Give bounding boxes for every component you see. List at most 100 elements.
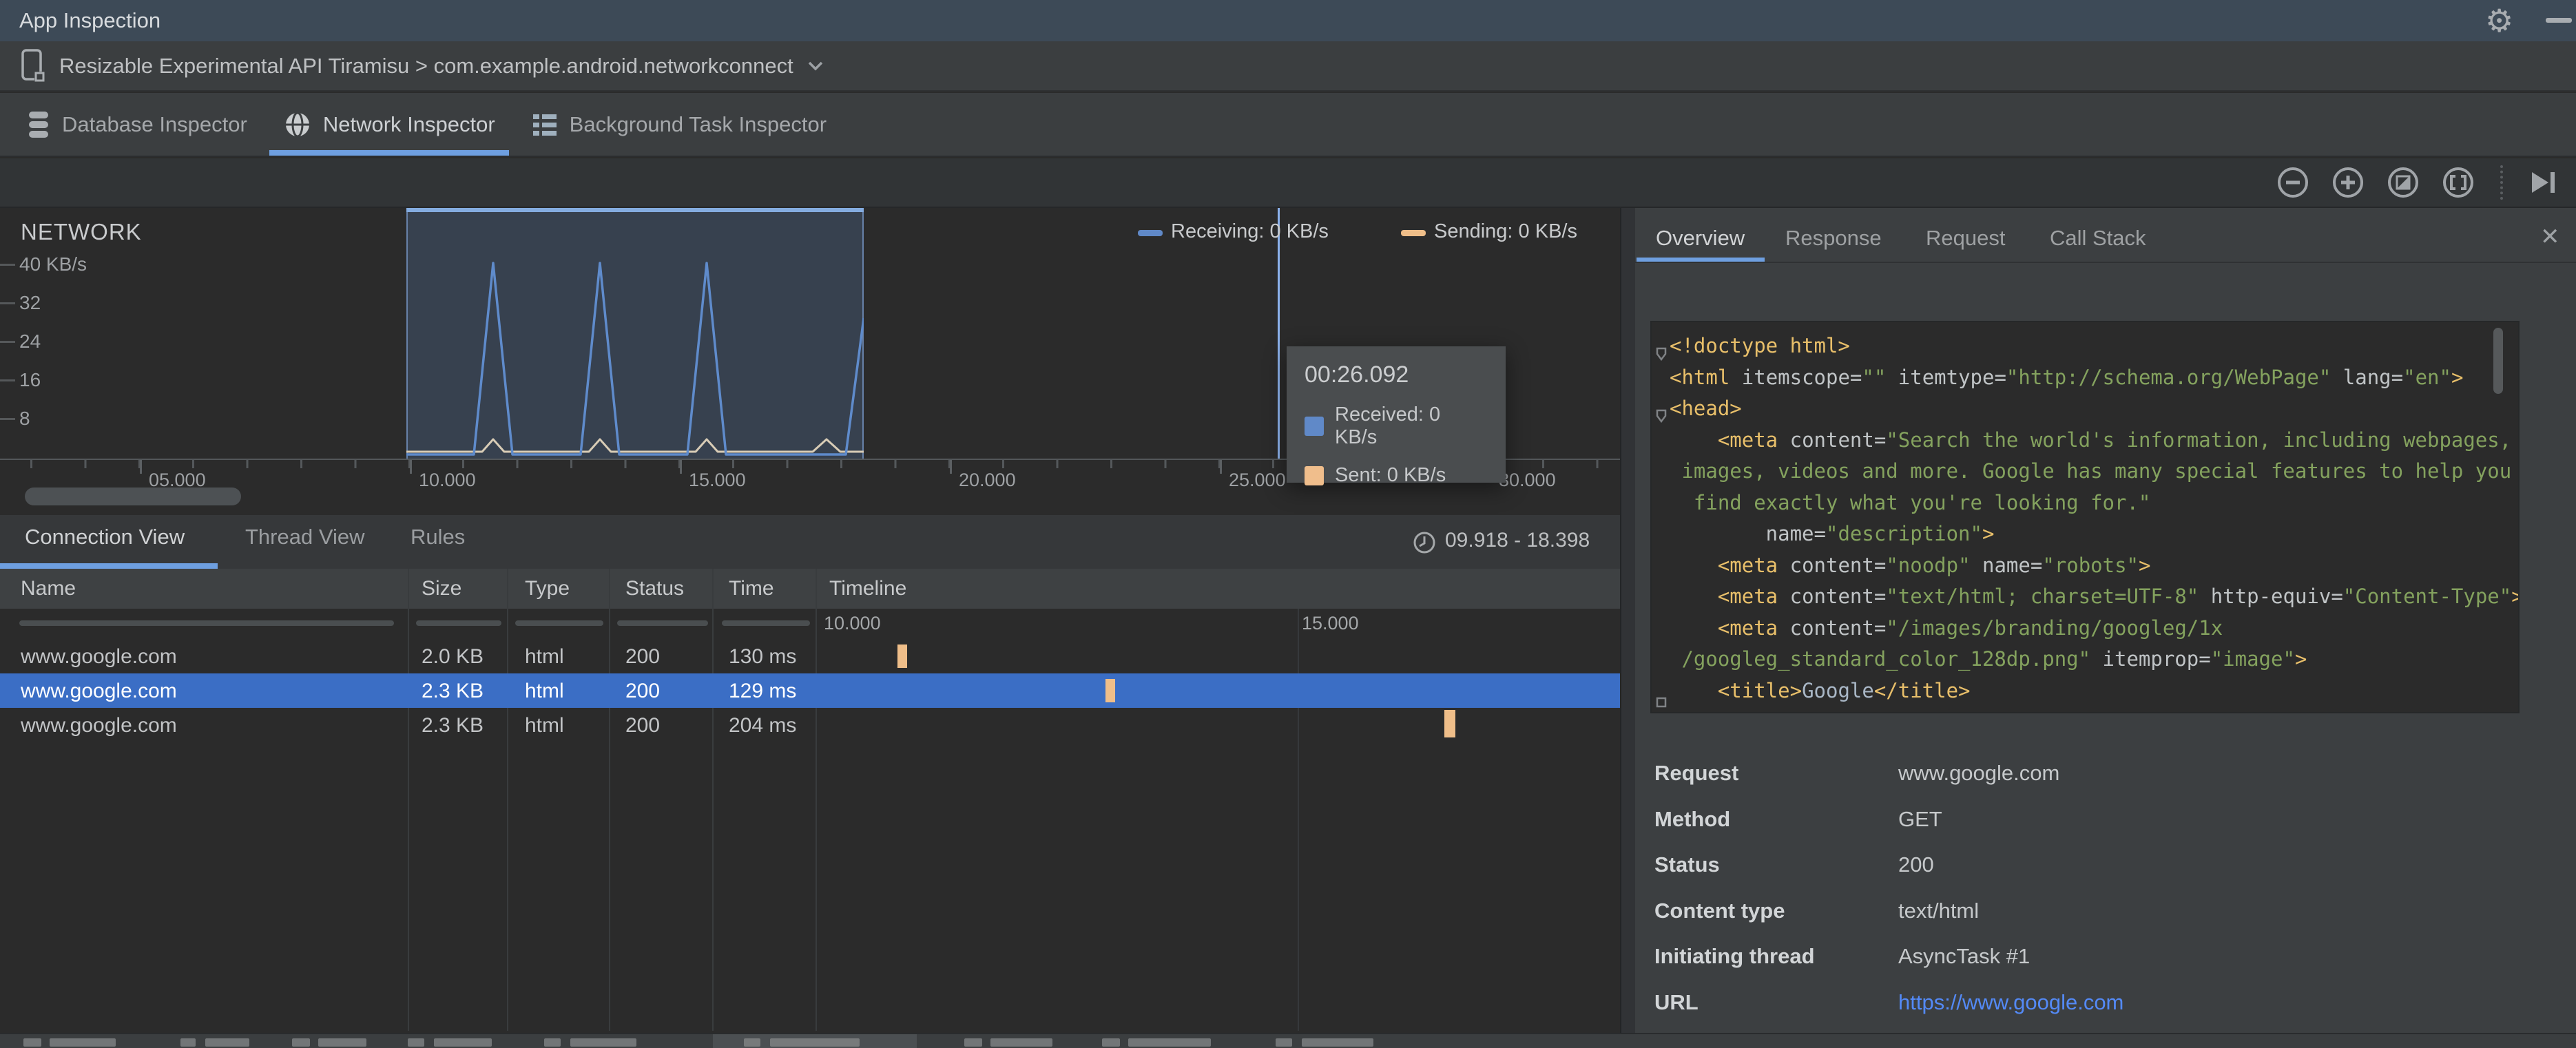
- process-selector[interactable]: Resizable Experimental API Tiramisu > co…: [0, 41, 2576, 92]
- field-label: URL: [1654, 990, 1699, 1014]
- process-label: Resizable Experimental API Tiramisu > co…: [59, 53, 793, 78]
- bottom-bar-fragment: [570, 1038, 636, 1047]
- x-tick-label: 10.000: [419, 470, 476, 490]
- bottom-bar-fragment: [205, 1038, 249, 1047]
- bottom-bar-fragment: [744, 1038, 760, 1047]
- x-tick: [140, 460, 142, 474]
- cell-size: 2.3 KB: [422, 714, 484, 737]
- tooltip-sent-label: Sent: 0 KB/s: [1335, 464, 1446, 486]
- tab-thread-view[interactable]: Thread View: [245, 525, 364, 549]
- table-row[interactable]: www.google.com 2.0 KB html 200 130 ms: [0, 639, 1620, 673]
- tab-call-stack[interactable]: Call Stack: [2050, 226, 2146, 251]
- column-header-name[interactable]: Name: [21, 577, 76, 600]
- legend-receiving-swatch: [1138, 230, 1163, 236]
- bottom-bar-fragment: [1102, 1038, 1120, 1047]
- bottom-bar-fragment: [1302, 1038, 1373, 1047]
- tab-response[interactable]: Response: [1785, 226, 1882, 251]
- tab-overview[interactable]: Overview: [1656, 226, 1745, 251]
- bottom-bar-fragment: [50, 1038, 116, 1047]
- close-icon[interactable]: ✕: [2540, 223, 2560, 251]
- table-row[interactable]: www.google.com 2.3 KB html 200 204 ms: [0, 708, 1620, 742]
- tab-request[interactable]: Request: [1926, 226, 2005, 251]
- chart-tooltip: 00:26.092 Received: 0 KB/s Sent: 0 KB/s: [1287, 346, 1506, 486]
- tab-background-task-inspector[interactable]: Background Task Inspector: [513, 93, 844, 156]
- tooltip-sent-swatch: [1305, 465, 1324, 485]
- bottom-bar-fragment: [434, 1038, 492, 1047]
- table-row-selected[interactable]: www.google.com 2.3 KB html 200 129 ms: [0, 673, 1620, 708]
- bottom-bar-fragment: [544, 1038, 561, 1047]
- x-tick: [1220, 460, 1222, 474]
- column-pill: [617, 620, 708, 626]
- code-scrollbar[interactable]: [2493, 328, 2503, 394]
- skip-to-end-icon[interactable]: [2528, 167, 2559, 198]
- bottom-bar-fragment: [1276, 1038, 1292, 1047]
- column-divider[interactable]: [507, 569, 508, 1031]
- connection-tab-underline: [0, 563, 218, 569]
- x-tick: [410, 460, 412, 474]
- table-vertical-scrollbar[interactable]: [1620, 208, 1635, 1033]
- app-inspection-window: App Inspection ⚙ Resizable Experimental …: [0, 0, 2576, 1048]
- cell-size: 2.0 KB: [422, 645, 484, 668]
- minimize-icon[interactable]: [2546, 18, 2572, 23]
- clock-icon: [1412, 530, 1437, 555]
- response-preview-editor[interactable]: <!doctype html> <html itemscope="" itemty…: [1650, 321, 2520, 713]
- reset-zoom-icon[interactable]: [2386, 165, 2420, 200]
- fold-marker-icon[interactable]: [1654, 332, 1668, 361]
- tab-rules[interactable]: Rules: [411, 525, 465, 549]
- column-header-type[interactable]: Type: [525, 577, 570, 600]
- bottom-bar-fragment: [318, 1038, 366, 1047]
- zoom-to-selection-icon[interactable]: [2441, 165, 2475, 200]
- code-lines: <!doctype html> <html itemscope="" itemty…: [1670, 334, 2518, 712]
- column-header-timeline[interactable]: Timeline: [829, 577, 906, 600]
- cell-size: 2.3 KB: [422, 680, 484, 702]
- bottom-bar-fragment: [964, 1038, 982, 1047]
- y-tick-label: 32: [19, 292, 41, 313]
- tab-label: Database Inspector: [62, 112, 247, 136]
- chevron-down-icon: [806, 60, 825, 72]
- x-tick-label: 15.000: [689, 470, 746, 490]
- tab-label: Background Task Inspector: [569, 112, 827, 136]
- legend-sending-label: Sending: 0 KB/s: [1434, 220, 1577, 242]
- chart-horizontal-scrollbar[interactable]: [25, 488, 241, 505]
- toolbar-separator: [2500, 165, 2503, 200]
- column-header-size[interactable]: Size: [422, 577, 461, 600]
- y-tick: [0, 302, 15, 304]
- field-label: Method: [1654, 807, 1731, 831]
- timeline-request-bar: [1444, 710, 1455, 737]
- database-icon: [26, 109, 51, 140]
- x-tick-label: 30.000: [1499, 470, 1556, 490]
- zoom-in-icon[interactable]: [2331, 165, 2365, 200]
- column-header-time[interactable]: Time: [729, 577, 774, 600]
- legend-receiving-label: Receiving: 0 KB/s: [1171, 220, 1329, 242]
- globe-icon: [283, 110, 312, 139]
- field-label: Initiating thread: [1654, 944, 1815, 968]
- field-value: AsyncTask #1: [1898, 944, 2030, 968]
- column-divider[interactable]: [609, 569, 610, 1031]
- connection-tab-bar: [0, 515, 1620, 569]
- page-title: App Inspection: [19, 8, 161, 32]
- tab-network-inspector[interactable]: Network Inspector: [265, 93, 513, 156]
- tab-database-inspector[interactable]: Database Inspector: [8, 93, 265, 156]
- fold-marker-icon[interactable]: [1654, 694, 1668, 708]
- column-divider[interactable]: [816, 569, 817, 1031]
- bottom-bar-fragment: [990, 1038, 1052, 1047]
- chart-title: NETWORK: [21, 219, 142, 244]
- selected-range-label: 09.918 - 18.398: [1445, 529, 1590, 552]
- cell-type: html: [525, 680, 564, 702]
- column-divider[interactable]: [408, 569, 409, 1031]
- titlebar: App Inspection ⚙: [0, 0, 2576, 41]
- x-tick: [950, 460, 952, 474]
- column-header-status[interactable]: Status: [625, 577, 684, 600]
- bottom-bar-fragment: [23, 1038, 41, 1047]
- tab-connection-view[interactable]: Connection View: [25, 525, 185, 549]
- gear-icon[interactable]: ⚙: [2485, 3, 2513, 39]
- fold-marker-icon[interactable]: [1654, 394, 1668, 423]
- url-link[interactable]: https://www.google.com: [1898, 990, 2123, 1015]
- details-tab-border: [1635, 262, 2576, 263]
- column-divider[interactable]: [712, 569, 714, 1031]
- zoom-out-icon[interactable]: [2276, 165, 2310, 200]
- cell-type: html: [525, 645, 564, 668]
- timeline-request-bar: [1105, 679, 1115, 702]
- field-value: 200: [1898, 852, 1934, 877]
- network-toolbar: [0, 158, 2576, 208]
